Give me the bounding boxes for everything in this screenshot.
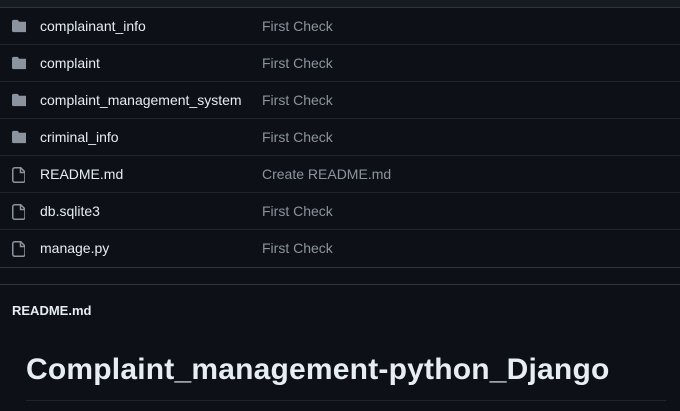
file-list: complainant_info First Check complaint F… <box>0 0 680 268</box>
file-row-complaint-management-system[interactable]: complaint_management_system First Check <box>0 82 680 119</box>
file-name[interactable]: complaint <box>40 45 100 82</box>
readme-title: Complaint_management-python_Django <box>26 353 610 386</box>
file-name[interactable]: README.md <box>40 156 123 193</box>
readme-header: README.md <box>0 284 680 332</box>
file-icon <box>12 204 26 220</box>
folder-icon <box>12 93 26 109</box>
commit-message[interactable]: First Check <box>262 193 333 230</box>
readme-label[interactable]: README.md <box>12 303 91 318</box>
commit-message[interactable]: First Check <box>262 230 333 267</box>
commit-message[interactable]: Create README.md <box>262 156 391 193</box>
folder-icon <box>12 19 26 35</box>
file-row-db-sqlite3[interactable]: db.sqlite3 First Check <box>0 193 680 230</box>
file-row-complainant-info[interactable]: complainant_info First Check <box>0 8 680 45</box>
commit-message[interactable]: First Check <box>262 45 333 82</box>
file-name[interactable]: complainant_info <box>40 8 146 45</box>
file-name[interactable]: criminal_info <box>40 119 119 156</box>
file-name[interactable]: db.sqlite3 <box>40 193 100 230</box>
file-row-readme[interactable]: README.md Create README.md <box>0 156 680 193</box>
commit-message[interactable]: First Check <box>262 8 333 45</box>
folder-icon <box>12 56 26 72</box>
repository-page: complainant_info First Check complaint F… <box>0 0 680 411</box>
file-row-manage-py[interactable]: manage.py First Check <box>0 230 680 267</box>
folder-icon <box>12 130 26 146</box>
commit-message[interactable]: First Check <box>262 82 333 119</box>
file-list-header <box>0 0 680 8</box>
file-name[interactable]: manage.py <box>40 230 109 267</box>
file-row-complaint[interactable]: complaint First Check <box>0 45 680 82</box>
title-divider <box>26 400 666 401</box>
file-icon <box>12 241 26 257</box>
file-icon <box>12 167 26 183</box>
commit-message[interactable]: First Check <box>262 119 333 156</box>
file-name[interactable]: complaint_management_system <box>40 82 242 119</box>
file-row-criminal-info[interactable]: criminal_info First Check <box>0 119 680 156</box>
